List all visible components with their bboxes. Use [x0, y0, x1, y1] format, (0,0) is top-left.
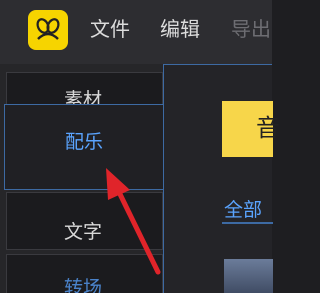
music-content-panel: 音 全部 [163, 64, 280, 293]
app-logo[interactable] [28, 10, 68, 50]
menu-edit[interactable]: 编辑 [160, 16, 200, 42]
tab-underline [222, 222, 273, 224]
menu-file[interactable]: 文件 [90, 16, 130, 42]
bee-icon [36, 18, 60, 40]
music-thumbnail[interactable] [224, 259, 273, 293]
annotation-arrow [106, 168, 161, 275]
tab-all[interactable]: 全部 [224, 197, 262, 223]
top-menu-bar: 文件 编辑 导出 [0, 0, 272, 64]
music-banner[interactable]: 音 [222, 101, 280, 157]
banner-text: 音 [256, 114, 280, 142]
menu-export[interactable]: 导出 [231, 16, 271, 42]
sidebar-item-label: 配乐 [65, 131, 104, 153]
